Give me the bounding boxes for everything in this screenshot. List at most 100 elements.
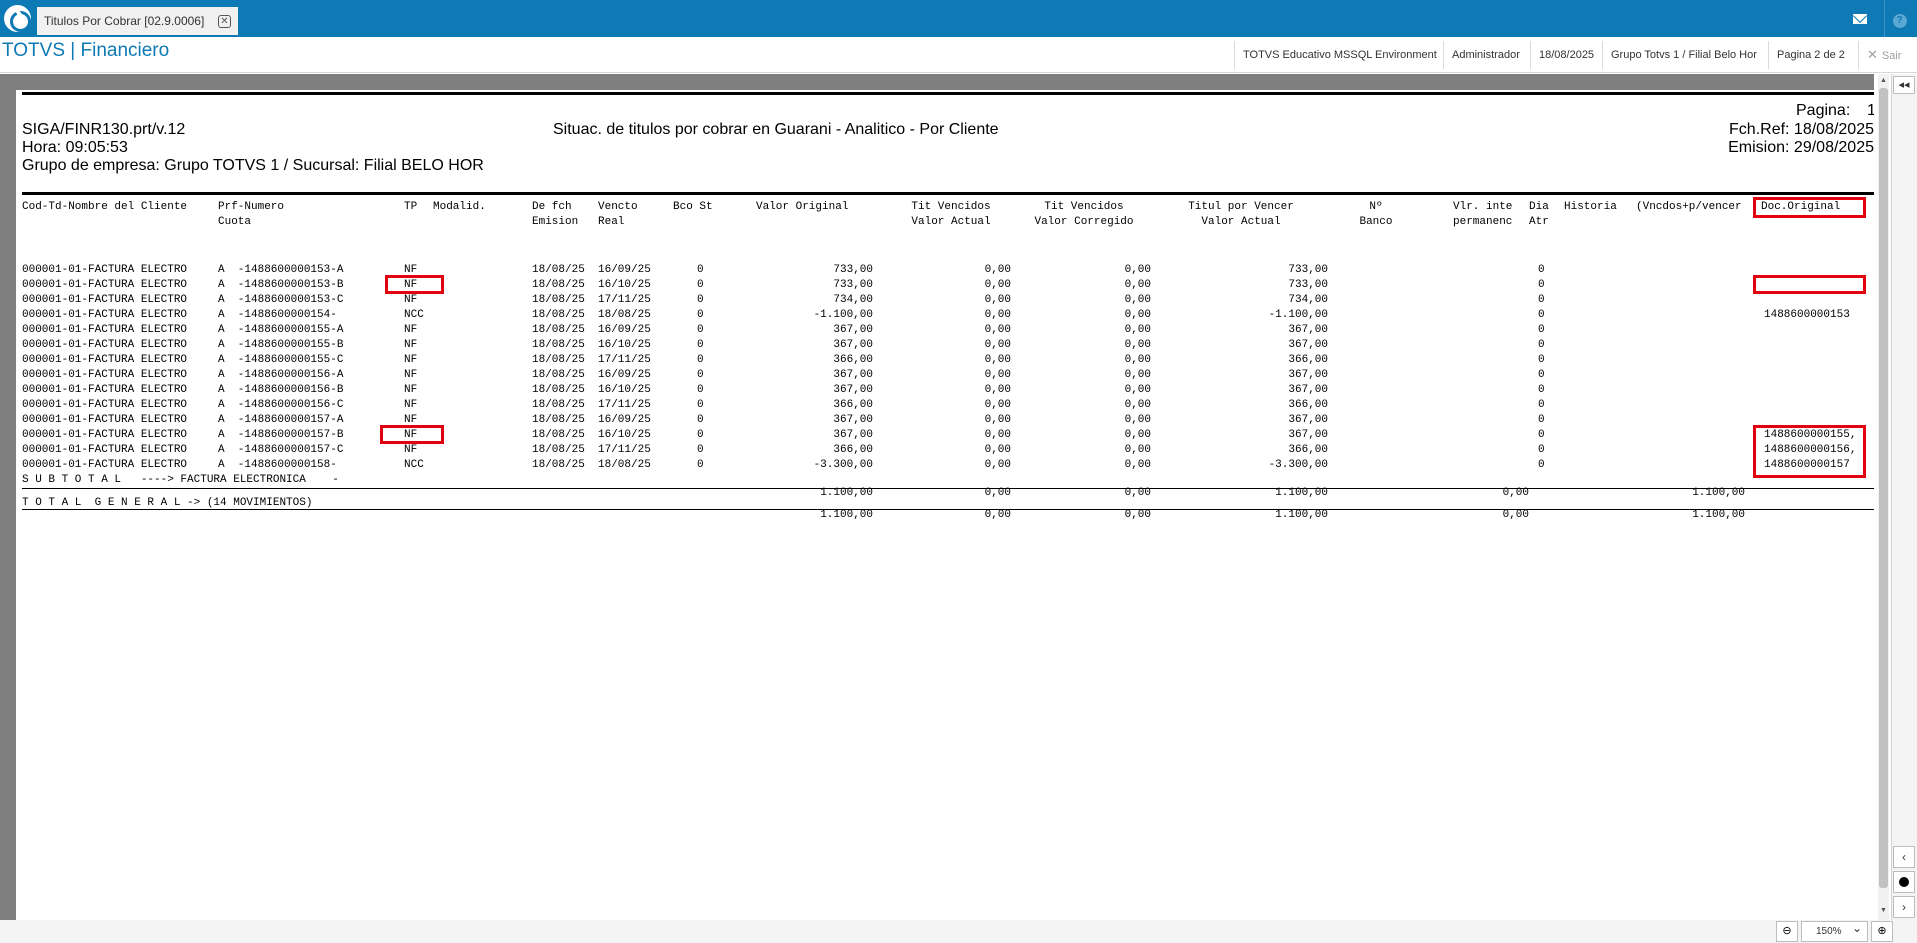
total-tpv: 1.100,00	[1275, 509, 1328, 521]
collapse-panel-icon[interactable]: ◂◂	[1893, 76, 1915, 94]
cell-emis: 18/08/25	[532, 339, 585, 351]
col-vncdos: (Vncdos+p/vencer	[1636, 201, 1742, 213]
cell-tp: NF	[404, 294, 418, 306]
environment-label[interactable]: TOTVS Educativo MSSQL Environment	[1234, 41, 1445, 69]
next-page-button[interactable]: ›	[1893, 896, 1915, 918]
cell-titv: 0,00	[984, 429, 1011, 441]
fch-ref: Fch.Ref: 18/08/2025	[1729, 121, 1874, 138]
cell-titc: 0,00	[1124, 414, 1151, 426]
col-emision-1: De fch	[532, 201, 572, 213]
cell-valor: 734,00	[833, 294, 873, 306]
page-number: 1	[1867, 102, 1874, 119]
cell-tp: NF	[404, 399, 418, 411]
cell-dia: 0	[1538, 339, 1545, 351]
table-row: 000001-01-FACTURA ELECTRO A -148860000015…	[16, 323, 1874, 338]
exit-button[interactable]: ✕ Sair	[1858, 41, 1909, 69]
table-row: 000001-01-FACTURA ELECTRO A -148860000015…	[16, 428, 1874, 443]
cell-titv: 0,00	[984, 309, 1011, 321]
cell-dia: 0	[1538, 264, 1545, 276]
col-tit-corregido-2: Valor Corregido	[1034, 216, 1134, 228]
scroll-up-icon[interactable]: ▲	[1878, 74, 1889, 87]
cell-tpv: 366,00	[1288, 444, 1328, 456]
cell-cliente: 000001-01-FACTURA ELECTRO	[22, 264, 188, 276]
report-time: Hora: 09:05:53	[22, 139, 128, 156]
highlight-doc-original-header	[1753, 197, 1866, 218]
cell-bco: 0	[697, 414, 704, 426]
table-row: 000001-01-FACTURA ELECTRO A -148860000015…	[16, 413, 1874, 428]
subtotal-valor: 1.100,00	[820, 487, 873, 499]
highlight-doc-158	[1753, 425, 1866, 478]
cell-dia: 0	[1538, 354, 1545, 366]
report-viewer: Pagina: 1 SIGA/FINR130.prt/v.12 Situac. …	[0, 74, 1917, 920]
col-por-vencer: Titul por Vencer Valor Actual	[1166, 200, 1316, 230]
col-vencto: Vencto Real	[598, 200, 638, 230]
cell-valor: 733,00	[833, 279, 873, 291]
col-historia: Historia	[1564, 201, 1617, 213]
table-row: 000001-01-FACTURA ELECTRO A -148860000015…	[16, 278, 1874, 293]
close-icon: ✕	[1867, 47, 1878, 62]
cell-dia: 0	[1538, 309, 1545, 321]
col-cliente: Cod-Td-Nombre del Cliente	[22, 201, 188, 213]
cell-tp: NF	[404, 339, 418, 351]
totvs-logo-icon[interactable]	[4, 5, 31, 32]
date-label[interactable]: 18/08/2025	[1530, 41, 1602, 69]
cell-emis: 18/08/25	[532, 354, 585, 366]
table-row: 000001-01-FACTURA ELECTRO A -148860000015…	[16, 293, 1874, 308]
exit-label: Sair	[1881, 50, 1902, 62]
mail-icon[interactable]	[1845, 0, 1875, 37]
previous-page-button[interactable]: ‹	[1893, 846, 1915, 868]
zoom-select[interactable]: 150%	[1801, 919, 1868, 942]
cell-valor: 366,00	[833, 399, 873, 411]
program-id: SIGA/FINR130.prt/v.12	[22, 121, 186, 138]
cell-emis: 18/08/25	[532, 399, 585, 411]
cell-venc: 17/11/25	[598, 399, 651, 411]
col-vlr-inte: Vlr. inte permanenc	[1453, 200, 1512, 230]
cell-dia: 0	[1538, 399, 1545, 411]
cell-tpv: 367,00	[1288, 369, 1328, 381]
cell-venc: 17/11/25	[598, 354, 651, 366]
cell-titv: 0,00	[984, 384, 1011, 396]
cell-tpv: 367,00	[1288, 414, 1328, 426]
scroll-down-icon[interactable]: ▼	[1878, 904, 1889, 917]
cell-venc: 16/09/25	[598, 324, 651, 336]
cell-venc: 17/11/25	[598, 294, 651, 306]
tab-titulos-por-cobrar[interactable]: Titulos Por Cobrar [02.9.0006] ✕	[37, 7, 238, 35]
cell-emis: 18/08/25	[532, 324, 585, 336]
help-icon[interactable]: ?	[1884, 0, 1914, 37]
group-label[interactable]: Grupo Totvs 1 / Filial Belo Hor	[1602, 41, 1769, 69]
cell-titv: 0,00	[984, 414, 1011, 426]
cell-prf: A -1488600000156-A	[218, 369, 344, 381]
cell-bco: 0	[697, 369, 704, 381]
cell-titc: 0,00	[1124, 309, 1151, 321]
cell-cliente: 000001-01-FACTURA ELECTRO	[22, 309, 188, 321]
cell-venc: 16/10/25	[598, 429, 651, 441]
cell-cliente: 000001-01-FACTURA ELECTRO	[22, 429, 188, 441]
cell-tpv: 366,00	[1288, 354, 1328, 366]
cell-prf: A -1488600000155-B	[218, 339, 344, 351]
zoom-out-icon[interactable]: ⊖	[1776, 921, 1798, 942]
user-label[interactable]: Administrador	[1443, 41, 1528, 69]
tab-close-icon[interactable]: ✕	[218, 15, 231, 28]
report-title: Situac. de titulos por cobrar en Guarani…	[553, 121, 999, 138]
cell-prf: A -1488600000156-B	[218, 384, 344, 396]
scrollbar-thumb[interactable]	[1879, 88, 1888, 888]
col-bco-st: Bco St	[673, 201, 713, 213]
cell-prf: A -1488600000157-B	[218, 429, 344, 441]
cell-titc: 0,00	[1124, 399, 1151, 411]
col-prf-1: Prf-Numero	[218, 201, 285, 213]
cell-cliente: 000001-01-FACTURA ELECTRO	[22, 414, 188, 426]
col-vencto-1: Vencto	[598, 201, 638, 213]
cell-emis: 18/08/25	[532, 369, 585, 381]
cell-bco: 0	[697, 399, 704, 411]
zoom-in-icon[interactable]: ⊕	[1871, 921, 1893, 942]
cell-venc: 16/09/25	[598, 369, 651, 381]
cell-prf: A -1488600000156-C	[218, 399, 344, 411]
cell-cliente: 000001-01-FACTURA ELECTRO	[22, 399, 188, 411]
cell-emis: 18/08/25	[532, 414, 585, 426]
page-dot-button[interactable]	[1893, 871, 1915, 893]
highlight-ncc-158	[380, 425, 444, 444]
col-banco-1: Nº	[1369, 201, 1383, 213]
cell-bco: 0	[697, 309, 704, 321]
cell-tp: NF	[404, 354, 418, 366]
cell-valor: 367,00	[833, 429, 873, 441]
